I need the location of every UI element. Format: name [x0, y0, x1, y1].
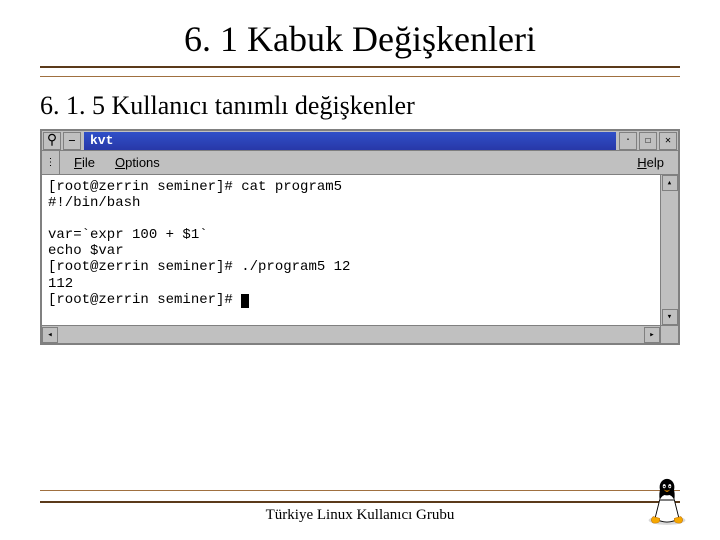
- window-menu-icon[interactable]: –: [63, 132, 81, 150]
- scrollbar-horizontal-row: ◂ ▸: [42, 325, 678, 343]
- menubar: ⋮ File Options Help: [42, 151, 678, 175]
- window-close-button[interactable]: ✕: [659, 132, 677, 150]
- scroll-down-button[interactable]: ▾: [662, 309, 678, 325]
- menubar-handle-icon[interactable]: ⋮: [42, 151, 60, 174]
- menu-file[interactable]: File: [66, 154, 103, 171]
- terminal-output[interactable]: [root@zerrin seminer]# cat program5 #!/b…: [42, 175, 660, 325]
- window-title[interactable]: kvt: [84, 132, 616, 150]
- slide-subtitle: 6. 1. 5 Kullanıcı tanımlı değişkenler: [40, 91, 680, 121]
- window-maximize-button[interactable]: ☐: [639, 132, 657, 150]
- footer-text: Türkiye Linux Kullanıcı Grubu: [40, 507, 680, 524]
- slide-title: 6. 1 Kabuk Değişkenleri: [40, 18, 680, 60]
- window-pin-icon[interactable]: ⚲: [43, 132, 61, 150]
- terminal-cursor: [241, 294, 249, 308]
- footer-divider-2: [40, 501, 680, 503]
- scroll-corner: [660, 326, 678, 343]
- scroll-left-button[interactable]: ◂: [42, 327, 58, 343]
- terminal-body-row: [root@zerrin seminer]# cat program5 #!/b…: [42, 175, 678, 325]
- scrollbar-horizontal[interactable]: ◂ ▸: [42, 326, 660, 343]
- scroll-up-button[interactable]: ▴: [662, 175, 678, 191]
- divider: [40, 66, 680, 68]
- menu-options[interactable]: Options: [107, 154, 168, 171]
- menu-help[interactable]: Help: [629, 154, 672, 171]
- window-titlebar: ⚲ – kvt · ☐ ✕: [42, 131, 678, 151]
- footer-area: Türkiye Linux Kullanıcı Grubu: [40, 482, 680, 524]
- divider-thin: [40, 76, 680, 77]
- menubar-items: File Options Help: [60, 151, 678, 174]
- scroll-right-button[interactable]: ▸: [644, 327, 660, 343]
- scrollbar-vertical[interactable]: ▴ ▾: [660, 175, 678, 325]
- terminal-window: ⚲ – kvt · ☐ ✕ ⋮ File Options Help [root@…: [40, 129, 680, 345]
- scroll-track-vertical[interactable]: [661, 191, 678, 309]
- tux-logo-icon: [644, 474, 690, 526]
- slide: 6. 1 Kabuk Değişkenleri 6. 1. 5 Kullanıc…: [0, 0, 720, 540]
- footer-divider-1: [40, 490, 680, 491]
- window-minimize-button[interactable]: ·: [619, 132, 637, 150]
